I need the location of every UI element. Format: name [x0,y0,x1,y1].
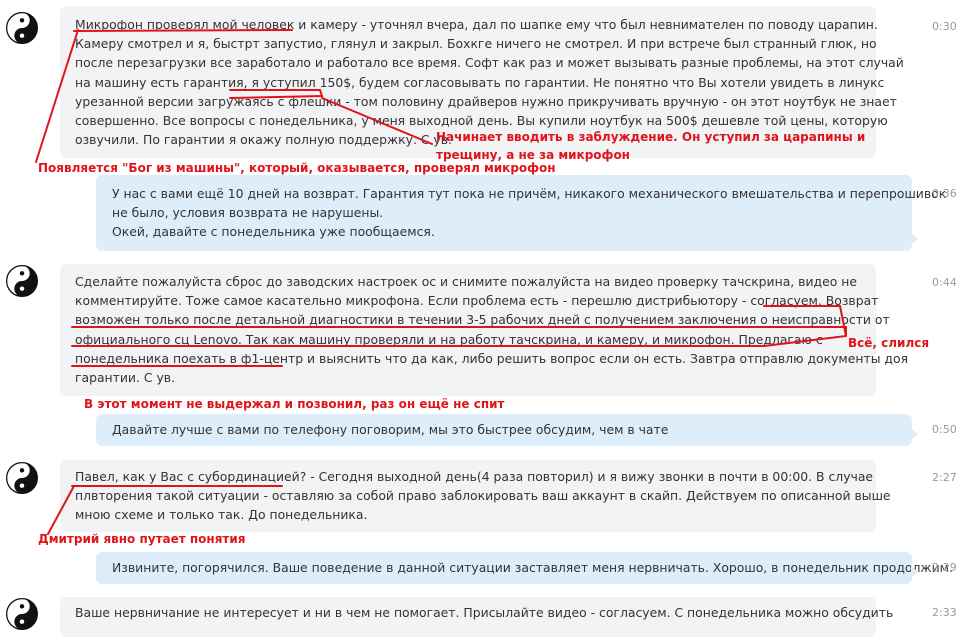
yin-yang-avatar-icon[interactable] [6,598,38,630]
message-text-line: Давайте лучше с вами по телефону поговор… [112,422,669,437]
message-text-line: Ваше нервничание не интересует и ни в че… [75,605,894,620]
message-timestamp: 0:36 [932,187,957,200]
message-text-line: Микрофон проверял мой человек и камеру -… [75,17,878,32]
yin-yang-avatar-icon[interactable] [6,12,38,44]
message-text-line: У нас с вами ещё 10 дней на возврат. Гар… [112,186,947,201]
yin-yang-avatar-icon[interactable] [6,462,38,494]
message-text-line: совершенно. Все вопросы с понедельника, … [75,113,888,129]
message-text-line: Извините, погорячился. Ваше поведение в … [112,560,953,575]
incoming-message[interactable]: Сделайте пожалуйста сброс до заводских н… [60,264,909,396]
message-text-line: не было, условия возврата не нарушены. [112,205,384,221]
message-timestamp: 2:27 [932,471,957,484]
message-text-line: Павел, как у Вас с субординацией? - Сего… [75,469,874,484]
annotation-text: Начинает вводить в заблуждение. Он уступ… [436,130,866,144]
message-text-line: мною схеме и только так. До понедельника… [75,507,368,523]
message-text-line: плвторения такой ситуации - оставляю за … [75,488,891,504]
incoming-message[interactable]: Павел, как у Вас с субординацией? - Сего… [60,460,891,532]
message-text-line: на машину есть гарантия, я уступил 150$,… [75,74,885,90]
outgoing-message[interactable]: У нас с вами ещё 10 дней на возврат. Гар… [96,175,947,251]
message-text-line: Сделайте пожалуйста сброс до заводских н… [75,274,857,289]
message-timestamp: 0:30 [932,20,957,33]
message-text-line: комментируйте. Тоже самое касательно мик… [75,293,879,309]
message-timestamp: 0:50 [932,423,957,436]
message-timestamp: 0:44 [932,276,957,289]
annotation-text: Дмитрий явно путает понятия [38,532,246,546]
annotation-text: Всё, слился [848,336,930,350]
yin-yang-avatar-icon[interactable] [6,265,38,297]
message-text-line: гарантии. С ув. [75,370,176,386]
message-timestamp: 2:29 [932,561,957,574]
message-text-line: Камеру смотрел и я, быстрт запустио, гля… [75,36,877,52]
outgoing-message[interactable]: Извините, погорячился. Ваше поведение в … [96,552,953,584]
message-text-line: Окей, давайте с понедельника уже пообщае… [112,224,435,240]
message-text-line: урезанной версии загружаясь с флешки - т… [75,93,897,109]
incoming-message[interactable]: Ваше нервничание не интересует и ни в че… [60,597,894,637]
outgoing-message[interactable]: Давайте лучше с вами по телефону поговор… [96,414,918,446]
message-text-line: возможен только после детальной диагност… [75,312,890,328]
message-text-line: понедельника поехать в ф1-центр и выясни… [75,350,909,366]
message-timestamp: 2:33 [932,606,957,619]
message-text-line: после перезагрузки все заработало и рабо… [75,55,904,71]
message-text-line: официального сц Lenovo. Так как машину п… [75,331,823,347]
annotation-text: В этот момент не выдержал и позвонил, ра… [84,397,505,411]
annotation-text: Появляется "Бог из машины", который, ока… [38,161,556,175]
